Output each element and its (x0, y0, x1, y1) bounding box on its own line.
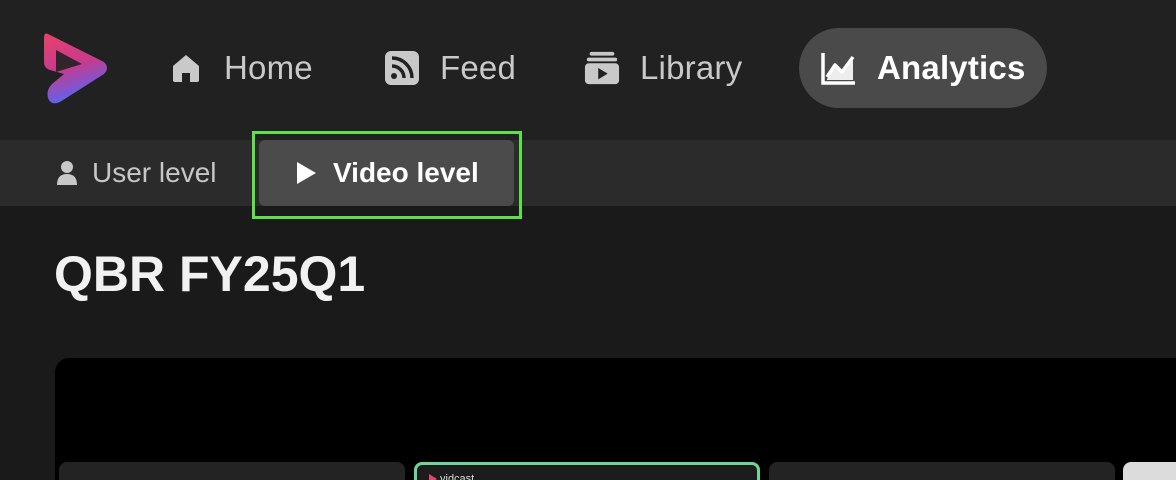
video-thumbnail[interactable] (769, 462, 1115, 480)
analytics-subnav: User level (0, 140, 1176, 206)
library-icon (584, 50, 620, 86)
nav-item-feed[interactable]: Feed (384, 28, 516, 108)
thumbnail-brand-label: vidcast (440, 473, 475, 480)
tab-label: User level (92, 157, 217, 188)
nav-item-label: Library (640, 49, 743, 86)
thumbnail-brand: vidcast (429, 473, 474, 480)
video-thumbnail[interactable] (1123, 462, 1176, 480)
home-icon (168, 50, 204, 86)
video-thumbnail-selected[interactable]: vidcast (414, 462, 760, 480)
nav-item-library[interactable]: Library (584, 28, 742, 108)
nav-item-analytics[interactable]: Analytics (799, 28, 1047, 108)
chart-line-icon (821, 50, 857, 86)
play-icon (295, 160, 319, 186)
tab-user-level[interactable]: User level (56, 140, 216, 206)
logo-icon (44, 33, 107, 104)
nav-item-label: Home (224, 49, 313, 86)
app-logo[interactable] (42, 28, 110, 106)
top-navigation: Home Feed Library Analytics (0, 0, 1176, 140)
rss-feed-icon (384, 50, 420, 86)
nav-item-label: Analytics (877, 49, 1026, 86)
page-title: QBR FY25Q1 (54, 246, 366, 302)
nav-item-home[interactable]: Home (168, 28, 313, 108)
nav-item-label: Feed (440, 49, 517, 86)
tab-video-level[interactable]: Video level (259, 140, 514, 206)
video-gallery-panel: vidcast (55, 358, 1176, 480)
video-thumbnail[interactable] (59, 462, 405, 480)
user-icon (56, 159, 80, 187)
mini-logo-icon (429, 474, 437, 480)
tab-label: Video level (333, 157, 479, 188)
